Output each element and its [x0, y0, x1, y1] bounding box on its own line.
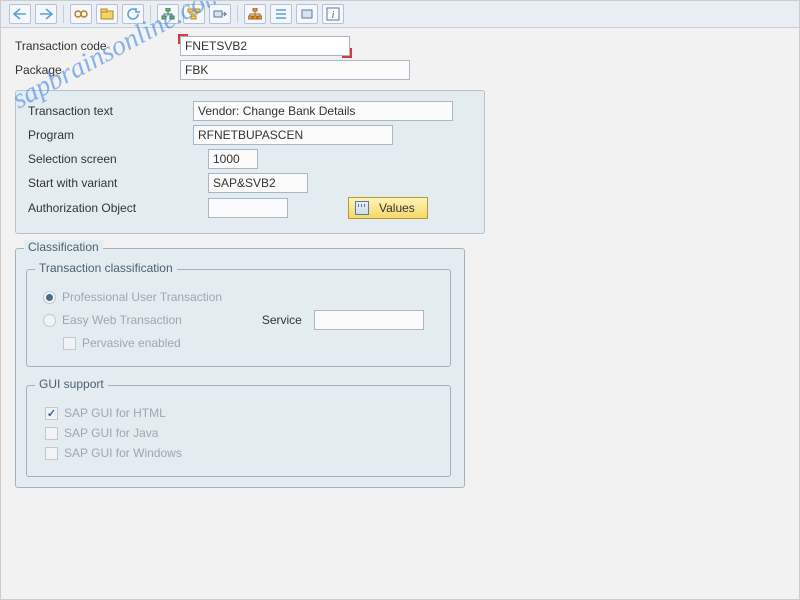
variant-label: Start with variant: [28, 176, 208, 190]
values-button[interactable]: Values: [348, 197, 428, 219]
separator: [150, 5, 151, 23]
refresh-icon[interactable]: [122, 4, 144, 24]
align-icon[interactable]: [270, 4, 292, 24]
selscreen-label: Selection screen: [28, 152, 208, 166]
separator: [63, 5, 64, 23]
values-label: Values: [379, 201, 415, 215]
classification-group: Classification Transaction classificatio…: [15, 248, 465, 488]
detail-panel: Transaction text Program Selection scree…: [15, 90, 485, 234]
gui-html-label: SAP GUI for HTML: [64, 406, 166, 420]
gui-java-check: [45, 427, 58, 440]
gui-java-label: SAP GUI for Java: [64, 426, 158, 440]
glasses-icon[interactable]: [70, 4, 92, 24]
transport-icon[interactable]: [209, 4, 231, 24]
prof-label: Professional User Transaction: [62, 290, 222, 304]
tcode-input[interactable]: [180, 36, 350, 56]
tree-icon[interactable]: [244, 4, 266, 24]
authobj-input[interactable]: [208, 198, 288, 218]
hierarchy-icon[interactable]: [157, 4, 179, 24]
prof-radio: [43, 291, 56, 304]
gui-win-label: SAP GUI for Windows: [64, 446, 182, 460]
easy-label: Easy Web Transaction: [62, 313, 182, 327]
gui-html-check: [45, 407, 58, 420]
selscreen-input[interactable]: [208, 149, 258, 169]
service-input: [314, 310, 424, 330]
authobj-label: Authorization Object: [28, 201, 208, 215]
back-icon[interactable]: [9, 4, 31, 24]
folder-icon[interactable]: [96, 4, 118, 24]
service-label: Service: [262, 313, 302, 327]
gui-win-check: [45, 447, 58, 460]
text-label: Transaction text: [28, 104, 193, 118]
pervasive-label: Pervasive enabled: [82, 336, 181, 350]
tx-classification-legend: Transaction classification: [35, 261, 177, 275]
grid-icon: [355, 201, 369, 215]
program-input[interactable]: [193, 125, 393, 145]
separator: [237, 5, 238, 23]
gui-support-group: GUI support SAP GUI for HTML SAP GUI for…: [26, 385, 451, 477]
classification-legend: Classification: [24, 240, 103, 254]
object-icon[interactable]: [296, 4, 318, 24]
easy-radio: [43, 314, 56, 327]
tx-classification-group: Transaction classification Professional …: [26, 269, 451, 367]
text-input[interactable]: [193, 101, 453, 121]
package-input[interactable]: [180, 60, 410, 80]
program-label: Program: [28, 128, 193, 142]
pervasive-check: [63, 337, 76, 350]
forward-icon[interactable]: [35, 4, 57, 24]
gui-legend: GUI support: [35, 377, 108, 391]
info-icon[interactable]: i: [322, 4, 344, 24]
tcode-label: Transaction code: [15, 39, 180, 53]
where-used-icon[interactable]: [183, 4, 205, 24]
variant-input[interactable]: [208, 173, 308, 193]
svg-text:i: i: [332, 10, 335, 21]
toolbar: i: [1, 1, 799, 28]
package-label: Package: [15, 63, 180, 77]
